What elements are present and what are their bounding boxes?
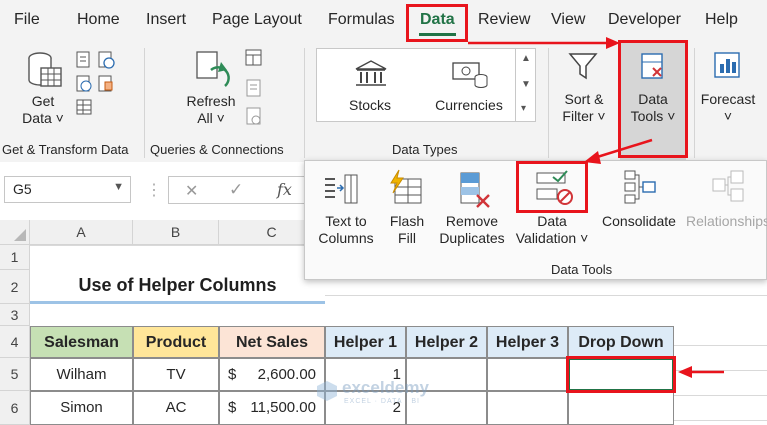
annotation-arrows bbox=[468, 37, 724, 378]
